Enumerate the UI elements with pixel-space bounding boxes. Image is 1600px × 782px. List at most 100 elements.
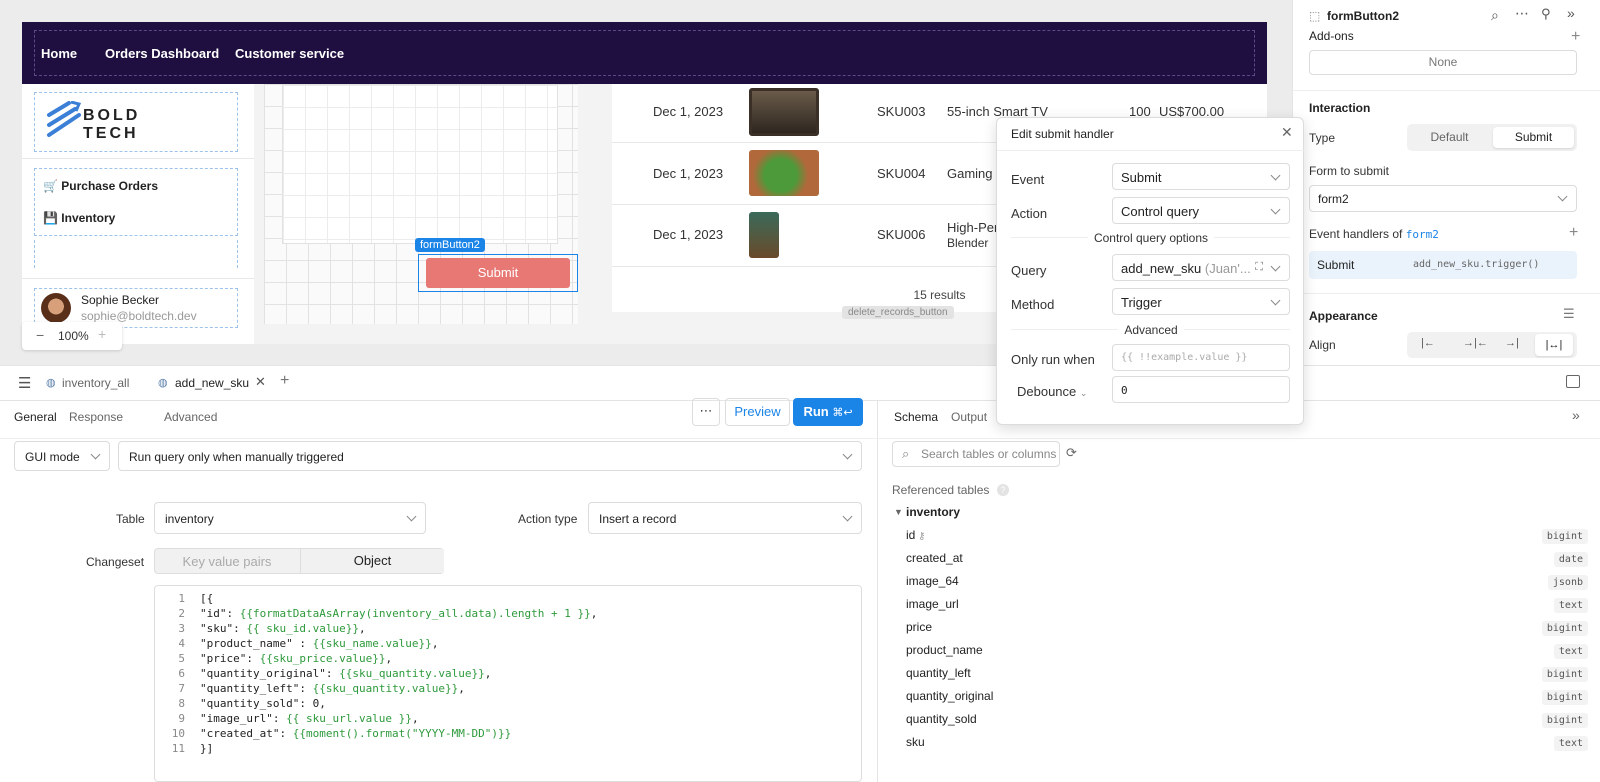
- collapse-icon[interactable]: »: [1567, 5, 1575, 21]
- debounce-input[interactable]: 0: [1112, 376, 1290, 403]
- addons-field[interactable]: None: [1309, 50, 1577, 75]
- type-option-default[interactable]: Default: [1407, 130, 1492, 144]
- nav-customer-service[interactable]: Customer service: [235, 46, 344, 61]
- schema-column[interactable]: quantity_sold bigint: [906, 712, 1588, 734]
- event-value: Submit: [1121, 170, 1162, 185]
- column-name: quantity_sold: [906, 712, 977, 726]
- align-left-icon[interactable]: |←: [1421, 337, 1435, 349]
- subtab-general[interactable]: General: [14, 410, 57, 424]
- cell-name: High-Perf: [947, 220, 1002, 235]
- changeset-code-editor[interactable]: 1[{ 2 "id": {{formatDataAsArray(inventory…: [154, 585, 862, 782]
- nav-home[interactable]: Home: [41, 46, 77, 61]
- changeset-object-option[interactable]: Object: [300, 549, 444, 573]
- schema-column[interactable]: image_url text: [906, 597, 1588, 619]
- column-type: text: [1553, 736, 1588, 751]
- pin-icon[interactable]: ⚲: [1541, 6, 1551, 22]
- focus-icon[interactable]: ⛶: [1255, 261, 1263, 274]
- more-icon[interactable]: ⋯: [1515, 5, 1529, 22]
- cell-date: Dec 1, 2023: [653, 227, 724, 242]
- changeset-key-value-option[interactable]: Key value pairs: [155, 554, 299, 569]
- user-name: Sophie Becker: [81, 293, 160, 307]
- close-tab-icon[interactable]: ✕: [255, 374, 266, 390]
- column-type: jsonb: [1547, 575, 1588, 590]
- tab-inventory-all[interactable]: inventory_all: [62, 376, 129, 390]
- code-line: [{: [200, 592, 214, 605]
- schema-column[interactable]: sku text: [906, 735, 1588, 757]
- event-select[interactable]: Submit: [1112, 163, 1290, 190]
- component-icon: ⬚: [1309, 9, 1321, 23]
- zoom-out-button[interactable]: −: [36, 327, 44, 343]
- settings-sliders-icon[interactable]: ☰: [1563, 306, 1575, 322]
- mode-select[interactable]: GUI mode: [14, 441, 110, 471]
- zoom-control: − 100% +: [22, 322, 122, 350]
- tab-output[interactable]: Output: [951, 410, 987, 424]
- trigger-select[interactable]: Run query only when manually triggered: [118, 441, 862, 471]
- action-select[interactable]: Control query: [1112, 197, 1290, 224]
- align-right-icon[interactable]: →|: [1505, 337, 1519, 349]
- schema-column[interactable]: created_at date: [906, 551, 1588, 573]
- table-select[interactable]: inventory: [154, 502, 426, 534]
- appearance-heading: Appearance: [1309, 309, 1378, 323]
- cell-sku: SKU004: [877, 166, 926, 181]
- sidebar-item-inventory[interactable]: 💾 Inventory: [43, 211, 115, 225]
- handler-row[interactable]: Submit add_new_sku.trigger(): [1309, 251, 1577, 279]
- cell-date: Dec 1, 2023: [653, 104, 724, 119]
- floppy-icon: 💾: [43, 211, 58, 225]
- nav-orders-dashboard[interactable]: Orders Dashboard: [105, 46, 219, 61]
- cell-date: Dec 1, 2023: [653, 166, 724, 181]
- add-tab-icon[interactable]: +: [280, 372, 289, 390]
- query-select[interactable]: add_new_sku (Juan'... ⛶: [1112, 254, 1290, 281]
- more-options-button[interactable]: ⋯: [692, 398, 720, 426]
- event-handlers-form[interactable]: form2: [1406, 228, 1439, 241]
- chevron-down-icon: [1270, 295, 1281, 306]
- help-icon[interactable]: ?: [997, 484, 1009, 496]
- schema-column[interactable]: price bigint: [906, 620, 1588, 642]
- debounce-label[interactable]: Debounce ⌄: [1017, 384, 1087, 399]
- type-option-submit[interactable]: Submit: [1493, 127, 1574, 148]
- only-run-input[interactable]: {{ !!example.value }}: [1112, 344, 1290, 371]
- panel-toggle-icon[interactable]: [1566, 375, 1580, 388]
- caret-down-icon[interactable]: ▼: [894, 507, 903, 517]
- schema-table-name[interactable]: inventory: [906, 505, 960, 519]
- submit-button[interactable]: Submit: [426, 258, 570, 288]
- run-button[interactable]: Run ⌘↩: [793, 398, 863, 426]
- menu-icon[interactable]: ☰: [18, 374, 31, 392]
- method-value: Trigger: [1121, 295, 1162, 310]
- subtab-advanced[interactable]: Advanced: [164, 410, 217, 424]
- schema-search-input[interactable]: ⌕ Search tables or columns: [892, 441, 1060, 467]
- column-name: quantity_original: [906, 689, 994, 703]
- tab-add-new-sku[interactable]: add_new_sku: [175, 376, 249, 390]
- schema-column[interactable]: image_64 jsonb: [906, 574, 1588, 596]
- event-label: Event: [1011, 172, 1045, 187]
- chevron-down-icon: [1557, 191, 1568, 202]
- form-select[interactable]: form2: [1309, 185, 1577, 212]
- add-handler-icon[interactable]: +: [1569, 224, 1578, 242]
- method-select[interactable]: Trigger: [1112, 288, 1290, 315]
- expand-icon[interactable]: »: [1572, 407, 1580, 423]
- schema-column[interactable]: quantity_original bigint: [906, 689, 1588, 711]
- add-icon[interactable]: +: [1571, 28, 1580, 46]
- preview-button[interactable]: Preview: [725, 398, 790, 426]
- schema-column[interactable]: product_name text: [906, 643, 1588, 665]
- refresh-icon[interactable]: ⟳: [1066, 445, 1077, 461]
- run-shortcut: ⌘↩: [832, 407, 853, 419]
- query-label: Query: [1011, 263, 1047, 278]
- code-line: "image_url": {{ sku_url.value }},: [200, 712, 419, 725]
- close-icon[interactable]: ✕: [1281, 124, 1293, 141]
- logo-text-bold: BOLD: [83, 107, 141, 124]
- sidebar-item-purchase-orders[interactable]: 🛒 Purchase Orders: [43, 179, 158, 193]
- inspector-title[interactable]: formButton2: [1327, 9, 1399, 23]
- schema-column[interactable]: quantity_left bigint: [906, 666, 1588, 688]
- subtab-response[interactable]: Response: [69, 410, 123, 424]
- tab-schema[interactable]: Schema: [894, 410, 938, 424]
- align-center-icon[interactable]: →|←: [1463, 337, 1488, 349]
- column-name: id: [906, 528, 916, 542]
- type-label: Type: [1309, 131, 1336, 145]
- column-type: bigint: [1541, 529, 1588, 544]
- zoom-in-button[interactable]: +: [98, 326, 106, 342]
- chevron-down-icon: [1270, 261, 1281, 272]
- schema-column[interactable]: id ⚷ bigint: [906, 528, 1588, 550]
- align-stretch-icon[interactable]: |↔|: [1535, 334, 1573, 356]
- search-icon[interactable]: ⌕: [1491, 7, 1499, 24]
- action-type-select[interactable]: Insert a record: [588, 502, 862, 534]
